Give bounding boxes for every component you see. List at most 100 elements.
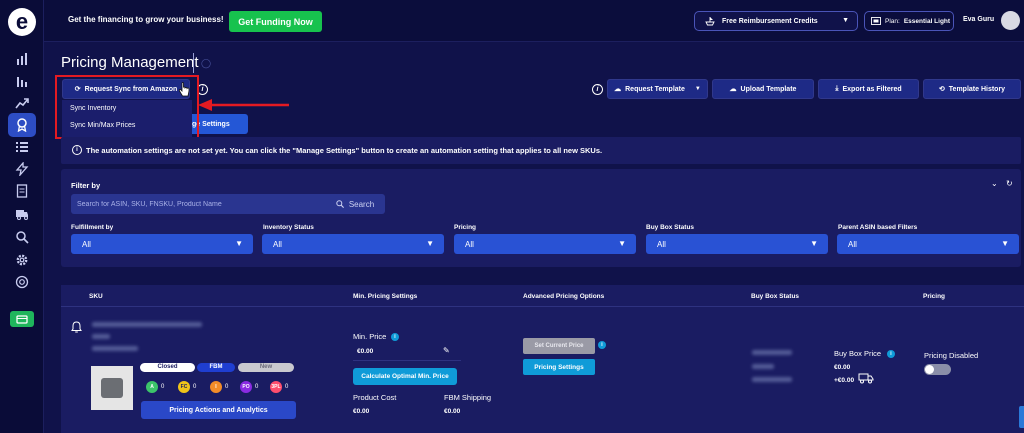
pricing-settings-button[interactable]: Pricing Settings xyxy=(523,359,595,375)
cloud-download-icon: ☁ xyxy=(614,86,622,93)
user-name[interactable]: Eva Guru xyxy=(963,16,994,23)
badge-3pl: 3PL xyxy=(270,381,282,393)
search-input[interactable] xyxy=(71,194,325,214)
badge-i: I xyxy=(210,381,222,393)
set-current-price-button[interactable]: Set Current Price xyxy=(523,338,595,354)
bar-chart-alt-icon[interactable] xyxy=(12,72,32,90)
min-price-value: €0.00 xyxy=(357,348,374,355)
column-header-pricing: Pricing xyxy=(923,293,946,300)
parent-asin-select[interactable]: All ▼ xyxy=(837,234,1019,254)
badge-fc-count: 0 xyxy=(193,384,197,390)
badge-po: PO xyxy=(240,381,252,393)
bell-icon[interactable] xyxy=(71,321,82,336)
chevron-down-icon: ▼ xyxy=(810,239,818,248)
pricing-actions-button[interactable]: Pricing Actions and Analytics xyxy=(141,401,296,419)
buy-box-info-icon[interactable]: i xyxy=(887,350,895,358)
pricing-toggle[interactable] xyxy=(924,364,951,375)
min-price-info-icon[interactable]: i xyxy=(391,333,399,341)
chevron-down-icon: ▼ xyxy=(1001,239,1009,248)
upload-template-label: Upload Template xyxy=(740,85,797,93)
fulfillment-label: Fulfillment by xyxy=(71,224,114,231)
notice-text: The automation settings are not set yet.… xyxy=(86,146,603,155)
lightning-icon[interactable] xyxy=(12,160,32,178)
parent-asin-value: All xyxy=(848,239,857,249)
column-header-sku: SKU xyxy=(89,293,103,300)
chevron-down-icon: ▼ xyxy=(842,17,849,24)
info-icon[interactable]: ◯ xyxy=(201,58,211,69)
collapse-chevron-icon[interactable]: ⌄ xyxy=(991,179,998,188)
fulfillment-value: All xyxy=(82,239,91,249)
badge-i-count: 0 xyxy=(225,384,229,390)
chevron-down-icon: ▼ xyxy=(618,239,626,248)
upload-template-button[interactable]: ☁ Upload Template xyxy=(712,79,814,99)
product-part-shape xyxy=(101,378,123,398)
template-history-label: Template History xyxy=(948,85,1006,93)
filter-panel: Filter by ⌄ ↻ Search Fulfillment by All … xyxy=(61,169,1021,267)
min-price-label: Min. Price xyxy=(353,332,387,341)
app-logo[interactable]: e xyxy=(8,8,36,36)
toolbar-info-icon[interactable]: i xyxy=(592,84,603,95)
set-price-info-icon[interactable]: i xyxy=(598,341,606,349)
document-icon[interactable] xyxy=(12,182,32,200)
toggle-knob xyxy=(925,365,934,374)
download-icon: ⤓ xyxy=(835,85,839,92)
badge-a: A xyxy=(146,381,158,393)
bar-chart-icon[interactable] xyxy=(12,50,32,68)
inventory-status-label: Inventory Status xyxy=(263,224,314,231)
chevron-down-icon: ▼ xyxy=(426,239,434,248)
column-header-min-pricing: Min. Pricing Settings xyxy=(353,293,418,300)
search-icon[interactable] xyxy=(12,228,32,246)
gear-icon[interactable] xyxy=(12,251,32,269)
page-title: Pricing Management xyxy=(61,54,199,71)
export-filtered-button[interactable]: ⤓ Export as Filtered xyxy=(818,79,919,99)
list-icon[interactable] xyxy=(12,138,32,156)
support-icon[interactable] xyxy=(12,273,32,291)
reimbursement-credits-dropdown[interactable]: Free Reimbursement Credits ▼ xyxy=(694,11,858,31)
request-template-button[interactable]: ☁ Request Template ▼ xyxy=(607,79,708,99)
request-template-label: Request Template xyxy=(625,85,685,93)
badge-3pl-count: 0 xyxy=(285,384,289,390)
search-icon xyxy=(336,200,344,208)
buy-box-status-select[interactable]: All ▼ xyxy=(646,234,828,254)
award-icon[interactable] xyxy=(8,113,36,137)
buy-box-status-label: Buy Box Status xyxy=(646,224,695,231)
fulfillment-select[interactable]: All ▼ xyxy=(71,234,253,254)
pricing-value: All xyxy=(465,239,474,249)
reset-filters-icon[interactable]: ↻ xyxy=(1006,179,1013,188)
template-history-button[interactable]: ⟲ Template History xyxy=(923,79,1021,99)
truck-icon[interactable] xyxy=(12,205,32,223)
product-image[interactable] xyxy=(91,366,133,410)
annotation-highlight-box xyxy=(55,75,199,139)
info-icon: i xyxy=(72,145,82,155)
search-button-label: Search xyxy=(348,199,375,209)
fbm-shipping-label: FBM Shipping xyxy=(444,393,492,402)
wallet-icon[interactable] xyxy=(10,311,34,327)
chevron-down-icon: ▼ xyxy=(235,239,243,248)
badge-fc: FC xyxy=(178,381,190,393)
table-header: SKU Min. Pricing Settings Advanced Prici… xyxy=(61,285,1024,307)
search-button[interactable]: Search xyxy=(325,194,385,214)
pricing-select[interactable]: All ▼ xyxy=(454,234,636,254)
trend-up-icon[interactable] xyxy=(12,94,32,112)
calculate-optimal-min-price-button[interactable]: Calculate Optimal Min. Price xyxy=(353,368,457,385)
inventory-status-value: All xyxy=(273,239,282,249)
plan-badge[interactable]: Plan: Essential Light xyxy=(864,11,954,31)
column-header-advanced-pricing: Advanced Pricing Options xyxy=(523,293,605,300)
chevron-down-icon: ▼ xyxy=(694,86,701,92)
sidebar: e xyxy=(0,0,44,433)
badge-po-count: 0 xyxy=(255,384,259,390)
user-avatar[interactable] xyxy=(1001,11,1020,30)
promo-text: Get the financing to grow your business! xyxy=(68,15,224,24)
inventory-status-select[interactable]: All ▼ xyxy=(262,234,444,254)
side-scroll-tab[interactable] xyxy=(1019,406,1024,428)
export-filtered-label: Export as Filtered xyxy=(842,85,902,93)
blurred-asin xyxy=(92,346,138,351)
blurred-shipping xyxy=(752,364,774,369)
automation-notice: i The automation settings are not set ye… xyxy=(61,137,1021,164)
plan-prefix: Plan: xyxy=(885,17,900,25)
fbm-shipping-value: €0.00 xyxy=(444,408,461,415)
pencil-icon[interactable]: ✎ xyxy=(443,346,450,355)
ship-icon xyxy=(705,17,715,26)
get-funding-button[interactable]: Get Funding Now xyxy=(229,11,322,32)
min-price-input[interactable]: €0.00 ✎ xyxy=(353,344,461,361)
